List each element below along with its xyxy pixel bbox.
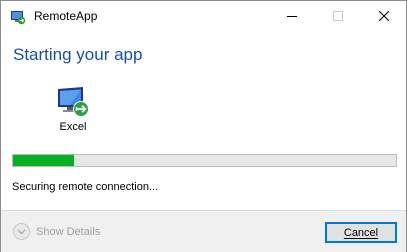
close-icon (378, 11, 389, 21)
cancel-button[interactable]: Cancel (325, 222, 397, 243)
page-title: Starting your app (13, 45, 143, 64)
window-title: RemoteApp (34, 9, 98, 23)
app-name: Excel (59, 121, 87, 133)
remoteapp-window: RemoteApp Starting your app Excel Securi… (0, 0, 407, 252)
dialog-footer: Show Details Cancel (1, 210, 406, 252)
remote-desktop-icon (55, 85, 91, 119)
cancel-label: Cancel (343, 226, 379, 239)
progress-bar (12, 154, 397, 167)
minimize-icon (286, 15, 297, 17)
maximize-icon (332, 11, 343, 21)
minimize-button[interactable] (269, 1, 314, 31)
show-details-label: Show Details (36, 225, 101, 238)
progress-fill (13, 155, 75, 166)
chevron-down-icon (13, 223, 30, 240)
remoteapp-icon (10, 9, 26, 25)
app-tile: Excel (47, 85, 99, 133)
title-bar[interactable]: RemoteApp (1, 1, 406, 32)
maximize-button[interactable] (315, 1, 360, 31)
show-details-toggle[interactable]: Show Details (13, 223, 100, 240)
status-text: Securing remote connection... (12, 181, 159, 193)
close-button[interactable] (361, 1, 406, 31)
